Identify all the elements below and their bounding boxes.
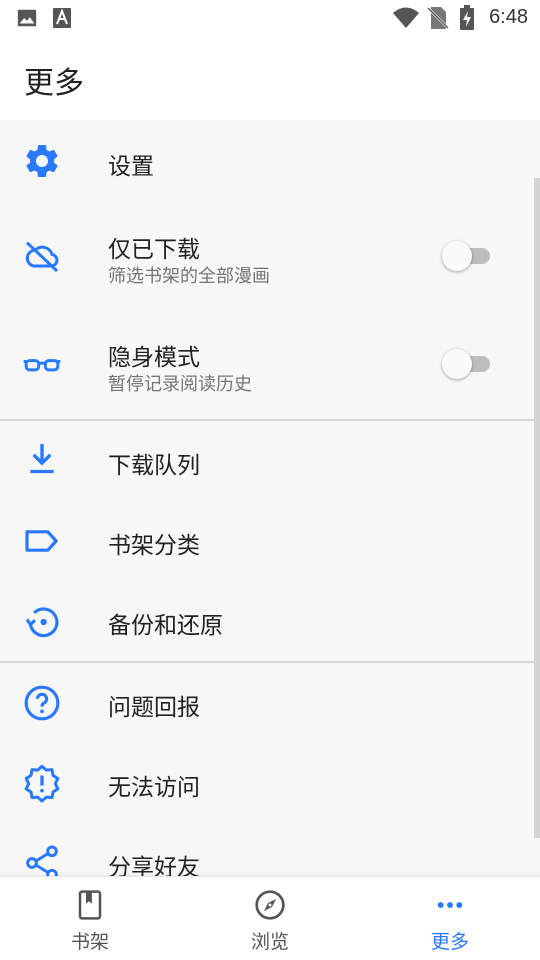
alert-badge-icon: [24, 764, 60, 803]
glasses-icon: [23, 359, 61, 372]
bottom-navigation: 书架 浏览 更多: [0, 876, 540, 960]
nav-item-library[interactable]: 书架: [0, 877, 180, 960]
toggle-thumb: [442, 241, 472, 271]
nav-label: 更多: [430, 931, 469, 953]
menu-item-label: 问题回报: [108, 695, 200, 721]
downloaded-only-toggle[interactable]: [442, 241, 496, 271]
compass-icon: [255, 890, 285, 920]
app-bar: 更多: [0, 36, 540, 120]
restore-icon: [25, 607, 59, 638]
menu-item-label: 分享好友: [108, 855, 200, 876]
gear-icon: [26, 145, 58, 177]
label-icon: [25, 530, 58, 552]
more-menu-list: 设置 仅已下载 筛选书架的全部漫画 隐身模式 暂停记录阅读历史 下载队列 书架分…: [0, 120, 540, 876]
download-icon: [30, 444, 54, 474]
status-time: 6:48: [489, 6, 528, 28]
menu-item-label: 设置: [108, 154, 154, 180]
bookmark-book-icon: [78, 890, 102, 920]
toggle-thumb: [442, 349, 472, 379]
nav-label: 浏览: [250, 931, 289, 953]
menu-item-label: 隐身模式: [108, 345, 200, 371]
menu-item-downloaded-only[interactable]: 仅已下载 筛选书架的全部漫画: [0, 202, 534, 310]
menu-item-cannot-access[interactable]: 无法访问: [0, 743, 534, 823]
more-dots-icon: [437, 902, 463, 908]
menu-item-sublabel: 暂停记录阅读历史: [108, 374, 252, 395]
menu-item-sublabel: 筛选书架的全部漫画: [108, 266, 270, 287]
wifi-icon: [393, 7, 419, 28]
menu-item-label: 书架分类: [108, 533, 200, 559]
no-sim-icon: [427, 7, 449, 29]
status-bar: 6:48: [0, 0, 540, 36]
text-a-icon: [53, 8, 71, 28]
menu-item-download-queue[interactable]: 下载队列: [0, 421, 534, 501]
image-icon: [17, 9, 37, 27]
help-icon: [24, 685, 60, 721]
menu-item-share[interactable]: 分享好友: [0, 823, 534, 876]
page-title: 更多: [24, 66, 84, 101]
nav-item-more[interactable]: 更多: [360, 877, 540, 960]
share-icon: [26, 845, 58, 876]
menu-item-categories[interactable]: 书架分类: [0, 501, 534, 581]
menu-item-settings[interactable]: 设置: [0, 120, 534, 202]
menu-item-backup-restore[interactable]: 备份和还原: [0, 581, 534, 661]
menu-item-label: 无法访问: [108, 775, 200, 801]
menu-item-report-issue[interactable]: 问题回报: [0, 663, 534, 743]
cloud-off-icon: [25, 241, 59, 273]
scrollbar[interactable]: [534, 178, 540, 838]
battery-charging-icon: [460, 5, 474, 30]
nav-item-browse[interactable]: 浏览: [180, 877, 360, 960]
incognito-toggle[interactable]: [442, 349, 496, 379]
nav-label: 书架: [70, 931, 109, 953]
menu-item-label: 下载队列: [108, 453, 200, 479]
menu-item-label: 仅已下载: [108, 237, 200, 263]
menu-item-incognito[interactable]: 隐身模式 暂停记录阅读历史: [0, 310, 534, 418]
menu-item-label: 备份和还原: [108, 613, 223, 639]
